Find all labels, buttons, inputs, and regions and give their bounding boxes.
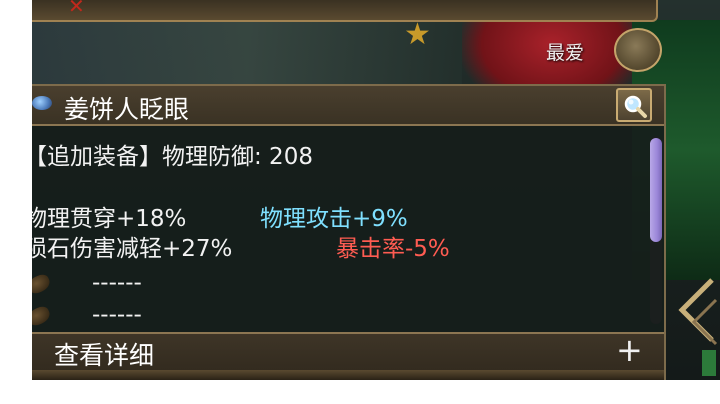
item-title-bar: 姜饼人眨眼 xyxy=(32,86,664,126)
ornament-icon xyxy=(678,278,718,376)
slot-line-1: ------ xyxy=(92,270,142,296)
background-star-icon: ★ xyxy=(404,17,431,52)
favorite-button[interactable] xyxy=(614,28,662,72)
extra-equip-line: 【追加装备】物理防御: 208 xyxy=(32,144,313,170)
item-tooltip-panel: 姜饼人眨眼 【追加装备】物理防御: 208 物理贯穿+18% 物理攻击+9% 陨… xyxy=(32,84,666,380)
view-details-label: 查看详细 xyxy=(54,341,155,370)
phys-penetration-stat: 物理贯穿+18% xyxy=(32,206,187,232)
view-details-button[interactable]: 查看详细 + xyxy=(32,332,664,370)
game-screen: ★ ✕ 最爱 姜饼人眨眼 【追加装备】物理防御: 208 物理贯穿+18% 物理… xyxy=(32,0,720,380)
cross-icon: ✕ xyxy=(68,0,85,18)
item-slot-frame: ✕ xyxy=(32,0,658,22)
meteor-reduction-stat: 陨石伤害减轻+27% xyxy=(32,236,233,262)
search-button[interactable] xyxy=(616,88,652,122)
background-scene xyxy=(32,20,462,90)
jewel-icon xyxy=(32,96,52,110)
favorite-label: 最爱 xyxy=(546,42,585,64)
phys-attack-stat: 物理攻击+9% xyxy=(260,206,408,232)
slot-line-2: ------ xyxy=(92,302,142,328)
socket-icon xyxy=(32,304,53,328)
scrollbar-thumb[interactable] xyxy=(650,138,662,242)
panel-bottom-edge xyxy=(32,370,664,380)
crit-rate-stat: 暴击率-5% xyxy=(336,236,450,262)
magnifier-icon xyxy=(624,95,647,118)
expand-icon[interactable]: + xyxy=(616,332,643,368)
item-name: 姜饼人眨眼 xyxy=(64,95,190,124)
socket-icon xyxy=(32,272,53,296)
